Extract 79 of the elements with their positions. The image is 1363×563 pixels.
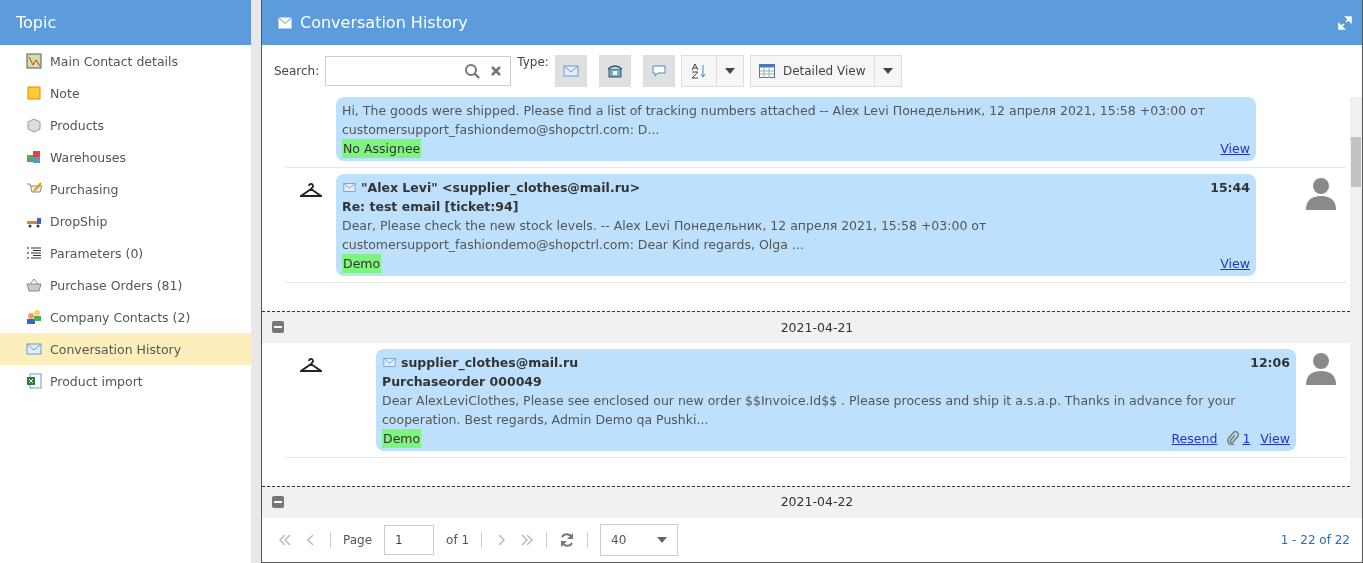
basket-icon xyxy=(26,277,42,293)
page-label: Page xyxy=(343,533,373,547)
sidebar-item[interactable]: Conversation History xyxy=(0,333,251,365)
user-avatar-icon xyxy=(1304,350,1338,385)
message-subject: Purchaseorder 000049 xyxy=(382,372,543,391)
record-count: 1 - 22 of 22 xyxy=(1280,533,1350,547)
message-body: Dear AlexLeviClothes, Please see enclosed our new order $$Invoice.Id$$ . Please process and ship it a.s.a.p. Thanks in advance for your cooperation. Best regards, Admin Demo qa Pushki... xyxy=(382,391,1237,429)
last-page-icon[interactable] xyxy=(520,534,535,546)
sidebar-item[interactable]: Warehouses xyxy=(0,141,251,173)
message-subject: Re: test email [ticket:94] xyxy=(342,198,520,216)
view-link[interactable]: View xyxy=(1220,254,1250,273)
envelope-icon xyxy=(278,16,292,29)
sidebar-item[interactable]: Products xyxy=(0,109,251,141)
page-input[interactable]: 1 xyxy=(384,525,435,555)
envelope-icon xyxy=(382,355,397,369)
resend-link[interactable]: Resend xyxy=(1171,428,1218,448)
view-link[interactable]: View xyxy=(1260,428,1290,448)
message-time: 12:06 xyxy=(1250,353,1290,372)
sidebar-item[interactable]: Company Contacts (2) xyxy=(0,301,251,333)
search-label: Search: xyxy=(274,64,320,78)
sort-icon xyxy=(689,62,708,80)
envelope-icon xyxy=(342,181,357,194)
sidebar-title: Topic xyxy=(0,0,251,45)
phone-filter-button[interactable] xyxy=(598,55,631,87)
caret-icon xyxy=(724,68,735,74)
view-dropdown[interactable]: Detailed View xyxy=(749,55,902,87)
type-label: Type: xyxy=(517,55,549,69)
spreadsheet-icon xyxy=(26,373,42,389)
message-body: Hi, The goods were shipped. Please find a list of tracking numbers attached -- Alex Levi Понедельник, 12 апреля 2021, 15:58 +03:00 от customersupport_fashiondemo@shopctrl.com: D... xyxy=(342,102,1207,139)
assignee-tag: No Assignee xyxy=(342,139,422,158)
refresh-icon[interactable] xyxy=(559,532,576,548)
sidebar-item[interactable]: Main Contact details xyxy=(0,45,251,77)
caret-icon xyxy=(882,68,893,74)
page-size-dropdown[interactable]: 40 xyxy=(600,524,679,556)
message-time: 15:44 xyxy=(1210,179,1250,197)
scrollbar[interactable] xyxy=(1350,97,1362,517)
sidebar-item[interactable]: Note xyxy=(0,77,251,109)
first-page-icon[interactable] xyxy=(278,534,292,546)
caret-icon xyxy=(657,537,668,543)
user-avatar-icon xyxy=(1304,176,1338,210)
chat-filter-button[interactable] xyxy=(642,55,675,87)
sidebar-item[interactable]: Purchase Orders (81) xyxy=(0,269,251,301)
search-icon[interactable] xyxy=(464,63,481,79)
message-sender: "Alex Levi" <supplier_clothes@mail.ru> xyxy=(361,179,642,197)
phone-icon xyxy=(606,63,623,79)
sidebar-item[interactable]: Parameters (0) xyxy=(0,237,251,269)
collapse-toggle[interactable] xyxy=(272,321,284,334)
hanger-icon xyxy=(300,182,322,198)
people-icon xyxy=(26,309,42,325)
expand-icon[interactable] xyxy=(1338,15,1352,30)
box-icon xyxy=(26,117,42,133)
clear-icon[interactable] xyxy=(490,65,503,77)
message-sender: supplier_clothes@mail.ru xyxy=(401,353,580,372)
email-filter-button[interactable] xyxy=(554,55,587,87)
search-field[interactable] xyxy=(325,56,512,86)
panel-title: Conversation History xyxy=(300,13,469,32)
chart-icon xyxy=(26,53,42,69)
message-body: Dear, Please check the new stock levels. -- Alex Levi Понедельник, 12 апреля 2021, 15:58 +03:00 от customersupport_fashiondemo@shopctrl.com: Dear Kind regards, Olga ... xyxy=(342,217,988,254)
hanger-icon xyxy=(300,356,322,373)
date-header: 2021-04-22 xyxy=(779,494,855,510)
list-icon xyxy=(26,245,42,261)
collapse-toggle[interactable] xyxy=(272,495,284,508)
speech-bubble-icon xyxy=(650,63,667,79)
sidebar-item[interactable]: Purchasing xyxy=(0,173,251,205)
note-icon xyxy=(26,85,42,101)
sidebar-item[interactable]: DropShip xyxy=(0,205,251,237)
page-count: of 1 xyxy=(446,533,470,547)
envelope-icon xyxy=(26,341,42,357)
sidebar-item[interactable]: Product import xyxy=(0,365,251,397)
date-header: 2021-04-21 xyxy=(779,319,855,335)
assignee-tag: Demo xyxy=(382,428,422,448)
paperclip-icon xyxy=(1227,431,1240,445)
view-link[interactable]: View xyxy=(1220,139,1250,158)
cubes-icon xyxy=(26,149,42,165)
envelope-icon xyxy=(562,63,579,79)
table-icon xyxy=(758,64,775,78)
attachment-link[interactable]: 1 xyxy=(1242,428,1251,448)
assignee-tag: Demo xyxy=(342,254,382,273)
sort-button[interactable] xyxy=(680,55,744,87)
